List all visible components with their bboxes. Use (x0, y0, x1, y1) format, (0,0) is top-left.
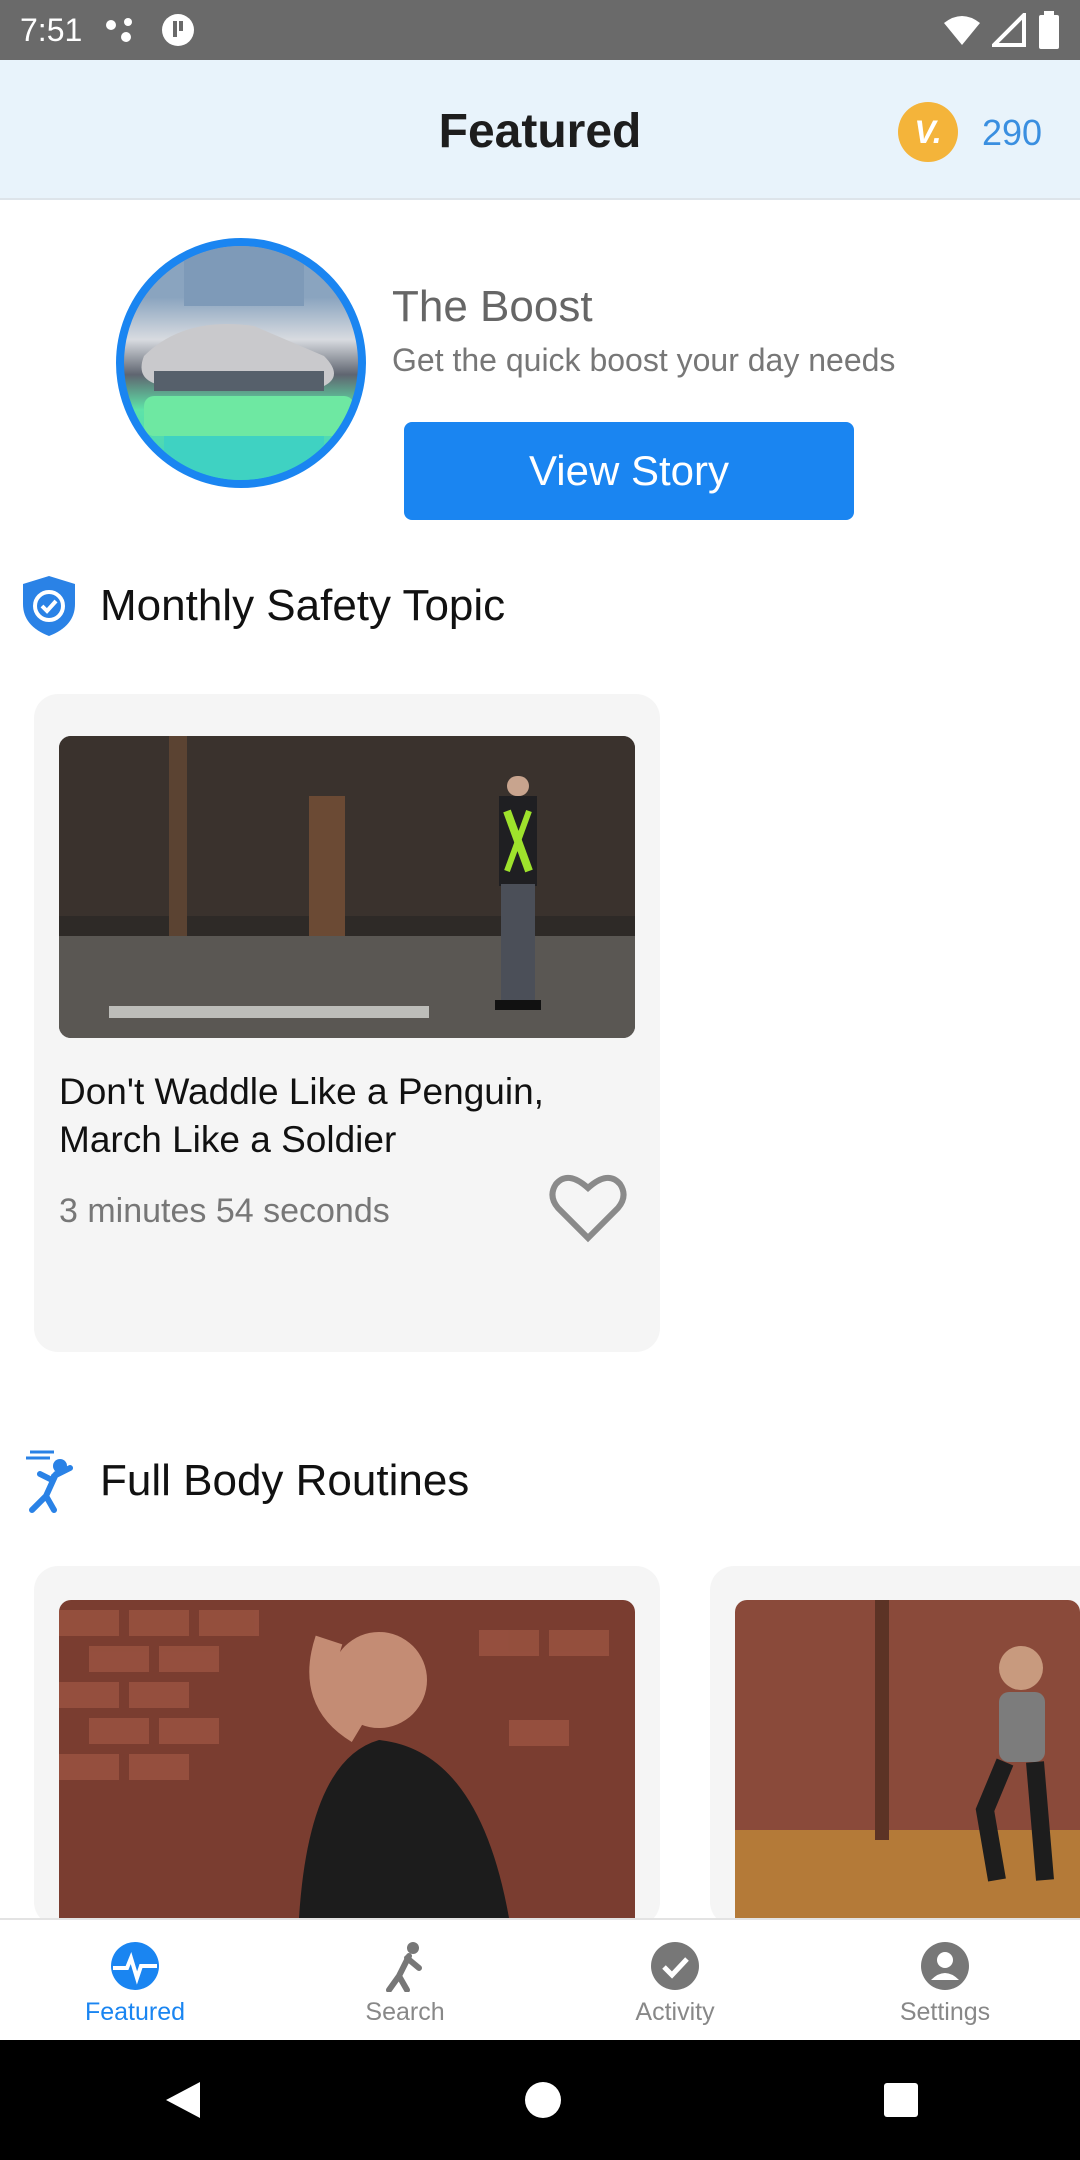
nav-featured[interactable]: Featured (0, 1920, 270, 2040)
runner-icon (386, 1942, 422, 1992)
safety-video-duration: 3 minutes 54 seconds (59, 1192, 390, 1230)
bottom-navigation: Featured Search Activity Settings (0, 1918, 1080, 2040)
nav-featured-label: Featured (84, 1998, 186, 2026)
signal-icon (992, 13, 1026, 47)
routine-video-thumbnail[interactable] (59, 1600, 635, 1918)
check-circle-icon (651, 1942, 699, 1990)
status-time: 7:51 (20, 11, 83, 48)
app-header: Featured V. 290 (0, 60, 1080, 200)
home-icon[interactable] (523, 2080, 563, 2120)
routine-card[interactable] (710, 1566, 1080, 1926)
person-circle-icon (921, 1942, 969, 1990)
routine-card[interactable] (34, 1566, 660, 1926)
nav-settings-label: Settings (899, 1998, 991, 2026)
nav-search[interactable]: Search (270, 1920, 540, 2040)
boost-title: The Boost (392, 282, 593, 331)
wifi-icon (944, 16, 980, 45)
boost-avatar[interactable] (116, 238, 366, 488)
boost-subtitle: Get the quick boost your day needs (392, 342, 896, 378)
coin-letter: V. (914, 113, 942, 150)
status-bar: 7:51 (0, 0, 1080, 60)
system-navigation-bar (0, 2040, 1080, 2160)
favorite-heart-icon[interactable] (548, 1172, 628, 1244)
nav-settings[interactable]: Settings (810, 1920, 1080, 2040)
points-count[interactable]: 290 (982, 112, 1042, 154)
nav-activity[interactable]: Activity (540, 1920, 810, 2040)
dots-icon (106, 18, 133, 42)
points-coin-icon[interactable]: V. (898, 102, 958, 162)
safety-video-thumbnail[interactable] (59, 736, 635, 1038)
shoe-step-image (141, 246, 354, 480)
battery-icon (1039, 11, 1059, 49)
shield-check-icon (23, 576, 75, 636)
routines-section-title: Full Body Routines (100, 1456, 470, 1505)
safety-video-title[interactable]: Don't Waddle Like a Penguin, March Like … (59, 1068, 619, 1164)
app-notification-icon (162, 14, 195, 46)
safety-section-title: Monthly Safety Topic (100, 581, 506, 630)
stretching-person-icon (26, 1450, 73, 1513)
safety-video-card[interactable]: Don't Waddle Like a Penguin, March Like … (34, 694, 660, 1352)
view-story-button[interactable]: View Story (404, 422, 854, 520)
nav-activity-label: Activity (635, 1998, 715, 2026)
routines-section-header: Full Body Routines (20, 1448, 469, 1514)
recents-icon[interactable] (882, 2081, 920, 2119)
nav-search-label: Search (365, 1998, 445, 2026)
back-icon[interactable] (160, 2078, 204, 2122)
safety-section-header: Monthly Safety Topic (20, 574, 505, 638)
heart-pulse-icon (111, 1942, 159, 1990)
routine-video-thumbnail[interactable] (735, 1600, 1080, 1918)
